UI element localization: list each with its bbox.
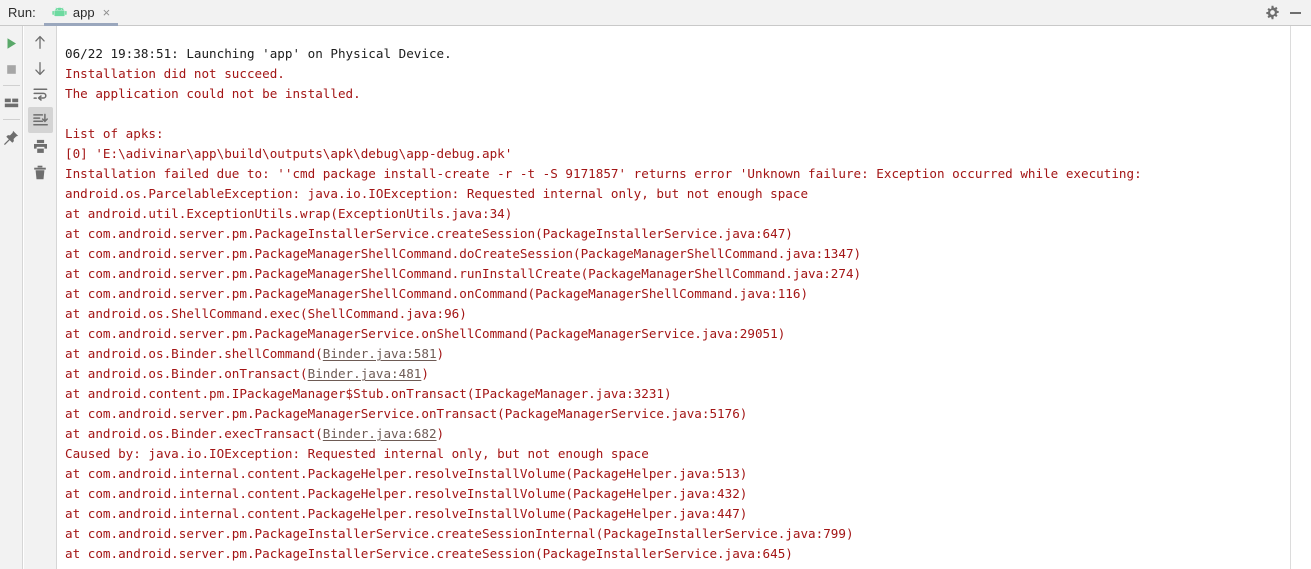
- right-gutter: [1291, 26, 1311, 569]
- header-actions: [1265, 5, 1311, 20]
- scroll-to-end-button[interactable]: [27, 107, 53, 133]
- console-line: Installation did not succeed.: [65, 66, 285, 81]
- console-line: at com.android.server.pm.PackageManagerS…: [65, 246, 862, 261]
- run-label: Run:: [8, 5, 36, 20]
- soft-wrap-button[interactable]: [28, 81, 53, 107]
- down-the-stack-button[interactable]: [28, 55, 53, 81]
- up-the-stack-button[interactable]: [28, 29, 53, 55]
- toolbar-divider: [2, 85, 20, 86]
- console-line: at com.android.server.pm.PackageInstalle…: [65, 226, 793, 241]
- source-file-link[interactable]: Binder.java:682: [323, 426, 437, 441]
- console-line: at android.content.pm.IPackageManager$St…: [65, 386, 672, 401]
- console-line: at com.android.server.pm.PackageManagerS…: [65, 406, 748, 421]
- console-line: List of apks:: [65, 126, 164, 141]
- run-window-header: Run: app ×: [0, 0, 1311, 26]
- console-lines: 06/22 19:38:51: Launching 'app' on Physi…: [58, 26, 1290, 564]
- stop-button[interactable]: [0, 56, 23, 82]
- console-line: at com.android.server.pm.PackageInstalle…: [65, 546, 793, 561]
- console-actions-toolbar: [24, 26, 57, 569]
- source-file-link[interactable]: Binder.java:481: [308, 366, 422, 381]
- console-line: Installation failed due to: ''cmd packag…: [65, 166, 1142, 181]
- print-button[interactable]: [28, 133, 53, 159]
- run-controls-toolbar: [0, 26, 23, 569]
- console-line: at com.android.internal.content.PackageH…: [65, 466, 748, 481]
- rerun-button[interactable]: [0, 30, 23, 56]
- console-line: at android.os.Binder.shellCommand(Binder…: [65, 346, 445, 361]
- console-line: The application could not be installed.: [65, 86, 361, 101]
- console-line: android.os.ParcelableException: java.io.…: [65, 186, 809, 201]
- console-line: at com.android.server.pm.PackageManagerS…: [65, 286, 809, 301]
- console-line: at com.android.server.pm.PackageManagerS…: [65, 326, 786, 341]
- console-output-pane[interactable]: 06/22 19:38:51: Launching 'app' on Physi…: [58, 26, 1290, 569]
- tab-label: app: [72, 5, 95, 20]
- console-line: at com.android.server.pm.PackageManagerS…: [65, 266, 862, 281]
- console-line: at com.android.server.pm.PackageInstalle…: [65, 526, 854, 541]
- console-line: at android.util.ExceptionUtils.wrap(Exce…: [65, 206, 513, 221]
- console-line: at android.os.ShellCommand.exec(ShellCom…: [65, 306, 467, 321]
- tab-app[interactable]: app ×: [42, 0, 120, 26]
- source-file-link[interactable]: Binder.java:581: [323, 346, 437, 361]
- console-line: Caused by: java.io.IOException: Requeste…: [65, 446, 649, 461]
- minimize-icon[interactable]: [1290, 11, 1301, 14]
- console-line: 06/22 19:38:51: Launching 'app' on Physi…: [65, 46, 452, 61]
- console-line: at android.os.Binder.onTransact(Binder.j…: [65, 366, 429, 381]
- console-line: at com.android.internal.content.PackageH…: [65, 506, 748, 521]
- tab-strip: app ×: [42, 0, 120, 26]
- gear-icon[interactable]: [1265, 5, 1280, 20]
- restore-layout-button[interactable]: [0, 90, 23, 116]
- pin-tab-button[interactable]: [0, 124, 23, 150]
- toolbar-divider-2: [2, 119, 20, 120]
- console-line: at com.android.internal.content.PackageH…: [65, 486, 748, 501]
- console-line: [0] 'E:\adivinar\app\build\outputs\apk\d…: [65, 146, 513, 161]
- trash-icon[interactable]: [28, 159, 53, 185]
- console-line: at android.os.Binder.execTransact(Binder…: [65, 426, 445, 441]
- android-icon: [52, 7, 67, 18]
- close-icon[interactable]: ×: [101, 5, 113, 21]
- run-tool-window: Run: app × 06/22 19:38:51: Launching 'ap…: [0, 0, 1311, 569]
